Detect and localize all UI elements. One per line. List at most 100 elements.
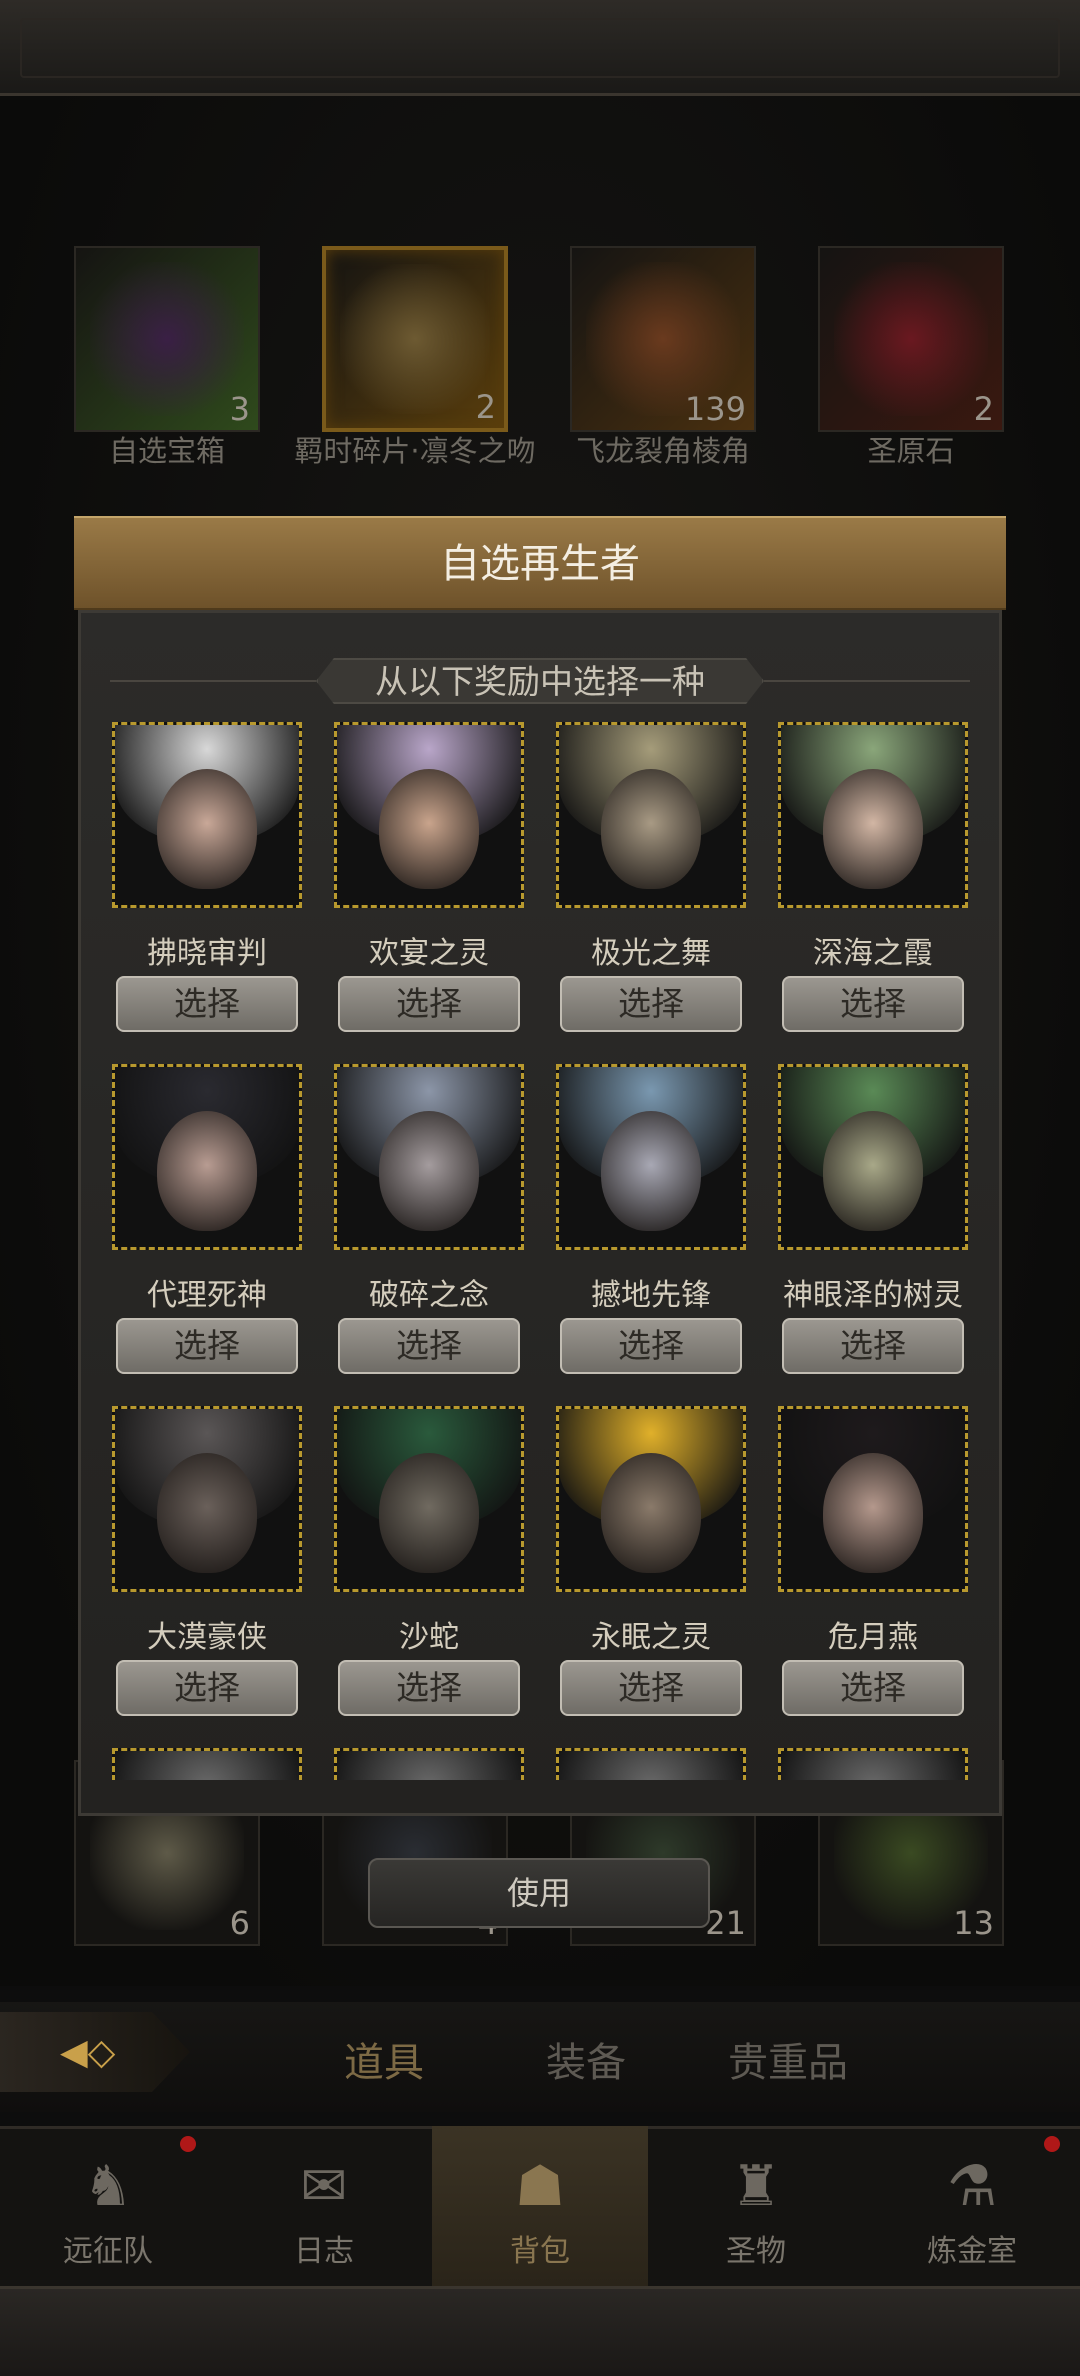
nav-viking-helmet[interactable]: ♞ 远征队: [0, 2126, 216, 2286]
hero-face: [379, 1111, 479, 1232]
hero-portrait[interactable]: [778, 722, 968, 908]
nav-label: 日志: [294, 2234, 354, 2269]
hero-portrait[interactable]: [778, 1064, 968, 1250]
divider: [764, 680, 970, 682]
hero-portrait[interactable]: [334, 1406, 524, 1592]
backpack-icon: ☗: [514, 2154, 566, 2219]
hero-face: [601, 1111, 701, 1232]
hero-name: 神眼泽的树灵: [783, 1278, 963, 1313]
item-count: 2: [475, 388, 496, 426]
nav-backpack[interactable]: ☗ 背包: [432, 2126, 648, 2286]
hero-hair: [115, 1751, 299, 1780]
hero-face: [823, 1111, 923, 1232]
dialog-subtitle: 从以下奖励中选择一种: [316, 658, 764, 704]
hero-name: 大漠豪侠: [147, 1620, 267, 1655]
item-count: 139: [684, 390, 746, 428]
hero-name: 沙蛇: [399, 1620, 459, 1655]
hero-portrait[interactable]: [778, 1406, 968, 1592]
item-count: 21: [705, 1904, 746, 1942]
top-frame: [0, 0, 1080, 96]
hero-name: 深海之霞: [813, 936, 933, 971]
hero-portrait[interactable]: [112, 1064, 302, 1250]
item-count: 6: [229, 1904, 250, 1942]
scroll-icon: ✉: [300, 2154, 348, 2219]
collapse-arrow-button[interactable]: ◀◇: [0, 2012, 190, 2092]
hero-hair: [559, 1751, 743, 1780]
item-name: 飞龙裂角棱角: [575, 434, 750, 468]
item-count: 3: [229, 390, 250, 428]
hero-face: [157, 769, 257, 890]
inventory-item[interactable]: 139: [570, 246, 756, 432]
nav-label: 背包: [510, 2234, 570, 2269]
select-button[interactable]: 选择: [782, 1660, 964, 1716]
select-button[interactable]: 选择: [116, 1318, 298, 1374]
nav-label: 炼金室: [927, 2234, 1017, 2269]
hero-portrait[interactable]: [112, 1748, 302, 1780]
select-button[interactable]: 选择: [338, 1660, 520, 1716]
modal-title: 自选再生者: [74, 516, 1006, 610]
select-button[interactable]: 选择: [338, 1318, 520, 1374]
item-art: [90, 262, 244, 416]
arrow-left-icon: ◀◇: [60, 2032, 116, 2073]
hero-portrait[interactable]: [778, 1748, 968, 1780]
hero-face: [157, 1453, 257, 1574]
item-count: 13: [953, 1904, 994, 1942]
select-button[interactable]: 选择: [116, 1660, 298, 1716]
item-name: 圣原石: [867, 434, 955, 468]
hero-name: 危月燕: [828, 1620, 918, 1655]
notification-dot: [1044, 2136, 1060, 2152]
inventory-item[interactable]: 2: [818, 246, 1004, 432]
hero-name: 撼地先锋: [591, 1278, 711, 1313]
hero-portrait[interactable]: [112, 1406, 302, 1592]
hero-face: [601, 769, 701, 890]
hero-name: 欢宴之灵: [369, 936, 489, 971]
use-button[interactable]: 使用: [368, 1858, 710, 1928]
tab-items[interactable]: 道具: [344, 2030, 424, 2088]
hero-portrait[interactable]: [334, 722, 524, 908]
tab-valuables[interactable]: 贵重品: [728, 2030, 848, 2088]
nav-chalice[interactable]: ♜ 圣物: [648, 2126, 864, 2286]
item-art: [340, 264, 490, 414]
viking-helmet-icon: ♞: [82, 2154, 134, 2219]
select-button[interactable]: 选择: [560, 1318, 742, 1374]
select-button[interactable]: 选择: [560, 976, 742, 1032]
item-art: [834, 262, 988, 416]
hero-hair: [781, 1751, 965, 1780]
select-button[interactable]: 选择: [116, 976, 298, 1032]
hero-name: 极光之舞: [591, 936, 711, 971]
item-count: 2: [973, 390, 994, 428]
hero-portrait[interactable]: [556, 1748, 746, 1780]
select-button[interactable]: 选择: [782, 976, 964, 1032]
tab-equipment[interactable]: 装备: [546, 2030, 626, 2088]
hero-face: [379, 769, 479, 890]
select-button[interactable]: 选择: [560, 1660, 742, 1716]
notification-dot: [180, 2136, 196, 2152]
item-name: 羁时碎片·凛冬之吻: [294, 434, 536, 468]
nav-scroll[interactable]: ✉ 日志: [216, 2126, 432, 2286]
alchemy-icon: ⚗: [946, 2154, 998, 2219]
hero-face: [823, 1453, 923, 1574]
hero-name: 破碎之念: [369, 1278, 489, 1313]
chalice-icon: ♜: [730, 2154, 782, 2219]
nav-label: 远征队: [63, 2234, 153, 2269]
select-button[interactable]: 选择: [338, 976, 520, 1032]
hero-portrait[interactable]: [334, 1064, 524, 1250]
hero-name: 永眠之灵: [591, 1620, 711, 1655]
nav-label: 圣物: [726, 2234, 786, 2269]
hero-face: [823, 769, 923, 890]
hero-hair: [337, 1751, 521, 1780]
item-name: 自选宝箱: [108, 434, 225, 468]
select-button[interactable]: 选择: [782, 1318, 964, 1374]
hero-name: 代理死神: [147, 1278, 267, 1313]
nav-alchemy[interactable]: ⚗ 炼金室: [864, 2126, 1080, 2286]
hero-portrait[interactable]: [556, 722, 746, 908]
hero-portrait[interactable]: [112, 722, 302, 908]
hero-face: [157, 1111, 257, 1232]
inventory-item[interactable]: 3: [74, 246, 260, 432]
hero-portrait[interactable]: [556, 1064, 746, 1250]
hero-portrait[interactable]: [556, 1406, 746, 1592]
hero-portrait[interactable]: [334, 1748, 524, 1780]
inventory-item[interactable]: 2: [322, 246, 508, 432]
hero-name: 拂晓审判: [147, 936, 267, 971]
divider: [110, 680, 316, 682]
